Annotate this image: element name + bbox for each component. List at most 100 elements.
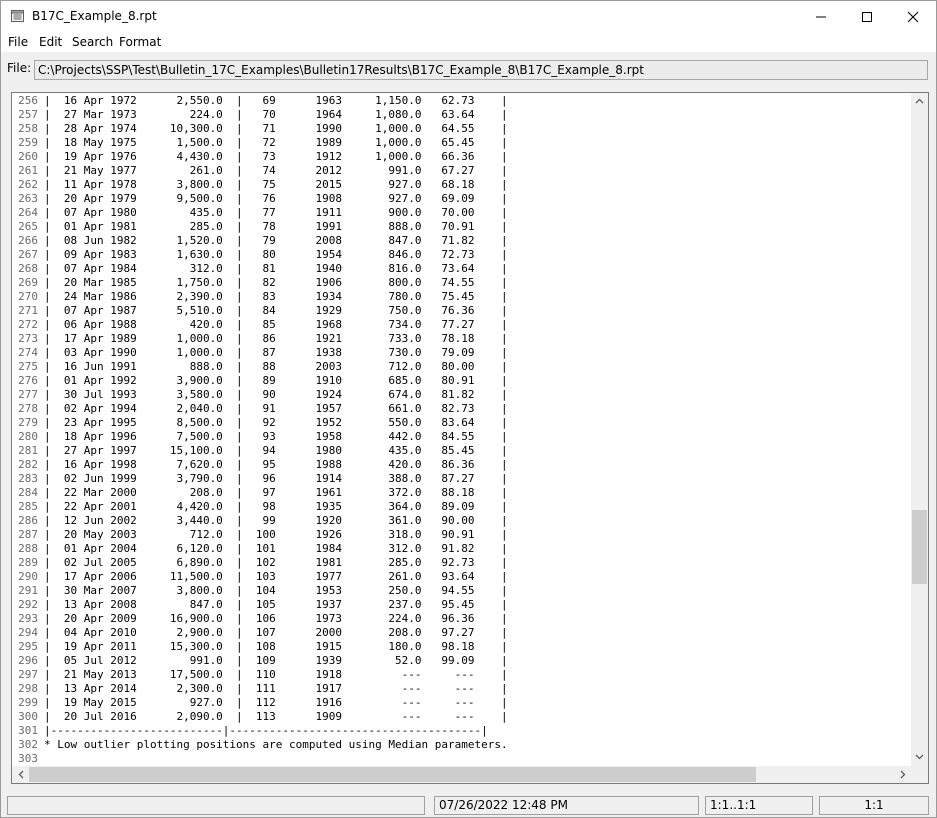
status-timestamp: 07/26/2022 12:48 PM	[434, 796, 699, 815]
report-line: 270 | 24 Mar 1986 2,390.0 | 83 1934 780.0…	[12, 290, 507, 304]
chevron-left-icon	[18, 770, 24, 779]
line-text: | 20 Mar 1985 1,750.0 | 82 1906 800.0 74…	[44, 276, 508, 289]
report-line: 300 | 20 Jul 2016 2,090.0 | 113 1909 --- …	[12, 710, 508, 724]
report-line: 303	[12, 752, 508, 766]
report-lines[interactable]: 256 | 16 Apr 1972 2,550.0 | 69 1963 1,150…	[12, 94, 508, 766]
report-line: 296 | 05 Jul 2012 991.0 | 109 1939 52.0 9…	[12, 654, 508, 668]
line-number: 286	[18, 514, 38, 527]
menu-edit[interactable]: Edit	[39, 35, 62, 49]
line-number: 279	[18, 416, 38, 429]
line-number: 297	[18, 668, 38, 681]
line-text: | 02 Jul 2005 6,890.0 | 102 1981 285.0 9…	[44, 556, 508, 569]
scroll-right-button[interactable]	[894, 766, 911, 783]
menu-search[interactable]: Search	[72, 35, 113, 49]
title-bar[interactable]: B17C_Example_8.rpt	[1, 1, 936, 32]
horizontal-scrollbar[interactable]	[12, 766, 911, 783]
line-number: 257	[18, 108, 38, 121]
line-text: | 21 May 1977 261.0 | 74 2012 991.0 67.2…	[44, 164, 508, 177]
line-number: 263	[18, 192, 38, 205]
scroll-left-button[interactable]	[12, 766, 29, 783]
line-number: 289	[18, 556, 38, 569]
line-number: 293	[18, 612, 38, 625]
report-line: 261 | 21 May 1977 261.0 | 74 2012 991.0 6…	[12, 164, 508, 178]
report-line: 256 | 16 Apr 1972 2,550.0 | 69 1963 1,150…	[12, 94, 507, 108]
line-text: | 17 Apr 2006 11,500.0 | 103 1977 261.0 …	[44, 570, 508, 583]
report-line: 285 | 22 Apr 2001 4,420.0 | 98 1935 364.0…	[12, 500, 507, 514]
report-line: 271 | 07 Apr 1987 5,510.0 | 84 1929 750.0…	[12, 304, 507, 318]
report-line: 275 | 16 Jun 1991 888.0 | 88 2003 712.0 8…	[12, 360, 508, 374]
line-number: 296	[18, 654, 38, 667]
line-text: | 19 May 2015 927.0 | 112 1916 --- --- |	[44, 696, 508, 709]
line-number: 281	[18, 444, 38, 457]
line-text: | 30 Mar 2007 3,800.0 | 104 1953 250.0 9…	[44, 584, 508, 597]
minimize-icon	[816, 16, 826, 18]
report-line: 293 | 20 Apr 2009 16,900.0 | 106 1973 224…	[12, 612, 507, 626]
horizontal-scroll-thumb[interactable]	[29, 767, 756, 782]
line-number: 294	[18, 626, 38, 639]
line-text: | 27 Mar 1973 224.0 | 70 1964 1,080.0 63…	[44, 108, 508, 121]
menu-bar: File Edit Search Format	[1, 32, 936, 52]
maximize-button[interactable]	[844, 1, 890, 32]
line-number: 282	[18, 458, 38, 471]
line-number: 303	[18, 752, 38, 765]
report-text-area[interactable]: 256 | 16 Apr 1972 2,550.0 | 69 1963 1,150…	[11, 92, 929, 784]
line-text: | 19 Apr 2011 15,300.0 | 108 1915 180.0 …	[44, 640, 508, 653]
line-text: | 12 Jun 2002 3,440.0 | 99 1920 361.0 90…	[44, 514, 508, 527]
line-text: | 18 May 1975 1,500.0 | 72 1989 1,000.0 …	[44, 136, 508, 149]
report-file-icon	[11, 10, 24, 22]
line-number: 274	[18, 346, 38, 359]
line-text: | 09 Apr 1983 1,630.0 | 80 1954 846.0 72…	[44, 248, 508, 261]
line-text: | 01 Apr 1992 3,900.0 | 89 1910 685.0 80…	[44, 374, 508, 387]
chevron-right-icon	[900, 770, 906, 779]
line-text: | 13 Apr 2008 847.0 | 105 1937 237.0 95.…	[44, 598, 508, 611]
line-text: | 06 Apr 1988 420.0 | 85 1968 734.0 77.2…	[44, 318, 508, 331]
vertical-scroll-thumb[interactable]	[912, 510, 927, 584]
maximize-icon	[862, 12, 872, 22]
report-line: 266 | 08 Jun 1982 1,520.0 | 79 2008 847.0…	[12, 234, 508, 248]
line-number: 287	[18, 528, 38, 541]
report-line: 276 | 01 Apr 1992 3,900.0 | 89 1910 685.0…	[12, 374, 508, 388]
line-text: | 02 Apr 1994 2,040.0 | 91 1957 661.0 82…	[44, 402, 508, 415]
report-line: 284 | 22 Mar 2000 208.0 | 97 1961 372.0 8…	[12, 486, 507, 500]
line-number: 273	[18, 332, 38, 345]
line-number: 258	[18, 122, 38, 135]
line-number: 259	[18, 136, 38, 149]
line-number: 262	[18, 178, 38, 191]
line-text: | 08 Jun 1982 1,520.0 | 79 2008 847.0 71…	[44, 234, 508, 247]
line-text: | 20 Jul 2016 2,090.0 | 113 1909 --- ---…	[44, 710, 508, 723]
chevron-up-icon	[915, 98, 924, 104]
report-line: 283 | 02 Jun 1999 3,790.0 | 96 1914 388.0…	[12, 472, 508, 486]
status-message	[7, 796, 425, 815]
minimize-button[interactable]	[798, 1, 844, 32]
line-number: 266	[18, 234, 38, 247]
line-number: 261	[18, 164, 38, 177]
line-text: | 05 Jul 2012 991.0 | 109 1939 52.0 99.0…	[44, 654, 508, 667]
report-window: B17C_Example_8.rpt File Edit Search Form…	[0, 0, 937, 818]
vertical-scrollbar[interactable]	[911, 93, 928, 766]
report-line: 280 | 18 Apr 1996 7,500.0 | 93 1958 442.0…	[12, 430, 507, 444]
line-text: | 02 Jun 1999 3,790.0 | 96 1914 388.0 87…	[44, 472, 508, 485]
close-button[interactable]	[890, 1, 936, 32]
line-number: 268	[18, 262, 38, 275]
report-line: 298 | 13 Apr 2014 2,300.0 | 111 1917 --- …	[12, 682, 507, 696]
line-text: | 16 Apr 1998 7,620.0 | 95 1988 420.0 86…	[44, 458, 508, 471]
scroll-up-button[interactable]	[911, 93, 928, 110]
line-text: | 16 Jun 1991 888.0 | 88 2003 712.0 80.0…	[44, 360, 508, 373]
report-line: 278 | 02 Apr 1994 2,040.0 | 91 1957 661.0…	[12, 402, 508, 416]
scroll-down-button[interactable]	[911, 749, 928, 766]
report-line: 267 | 09 Apr 1983 1,630.0 | 80 1954 846.0…	[12, 248, 508, 262]
line-text: | 01 Apr 1981 285.0 | 78 1991 888.0 70.9…	[44, 220, 508, 233]
report-line: 286 | 12 Jun 2002 3,440.0 | 99 1920 361.0…	[12, 514, 508, 528]
line-number: 299	[18, 696, 38, 709]
chevron-down-icon	[915, 754, 924, 760]
menu-format[interactable]: Format	[119, 35, 161, 49]
window-title: B17C_Example_8.rpt	[32, 9, 157, 23]
report-line: 281 | 27 Apr 1997 15,100.0 | 94 1980 435.…	[12, 444, 507, 458]
menu-file[interactable]: File	[8, 35, 28, 49]
report-line: 302 * Low outlier plotting positions are …	[12, 738, 507, 752]
file-path-field[interactable]: C:\Projects\SSP\Test\Bulletin_17C_Exampl…	[34, 60, 928, 80]
report-line: 301 |--------------------------|---------…	[12, 724, 508, 738]
line-number: 288	[18, 542, 38, 555]
line-number: 272	[18, 318, 38, 331]
report-line: 262 | 11 Apr 1978 3,800.0 | 75 2015 927.0…	[12, 178, 507, 192]
